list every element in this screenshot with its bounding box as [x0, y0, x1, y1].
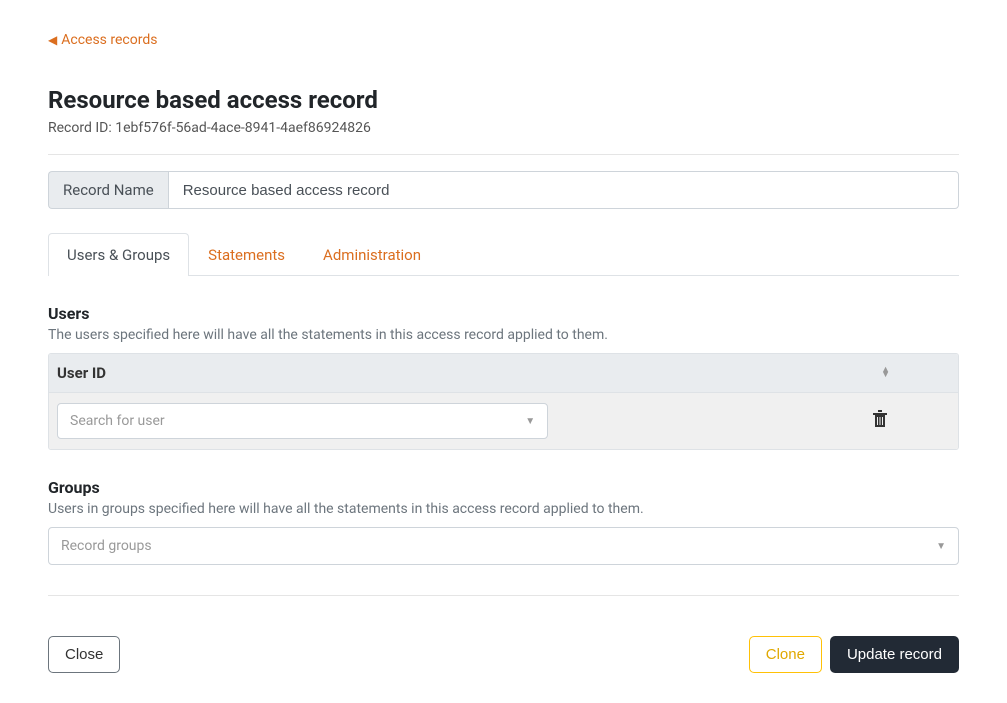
footer: Close Clone Update record — [48, 620, 959, 673]
tabs: Users & Groups Statements Administration — [48, 233, 959, 276]
close-button[interactable]: Close — [48, 636, 120, 673]
search-user-placeholder: Search for user — [70, 413, 525, 429]
groups-section-description: Users in groups specified here will have… — [48, 501, 959, 517]
caret-left-icon: ◀ — [48, 33, 57, 47]
record-name-label: Record Name — [48, 171, 168, 209]
clone-button[interactable]: Clone — [749, 636, 822, 673]
groups-section: Groups Users in groups specified here wi… — [48, 478, 959, 565]
users-section: Users The users specified here will have… — [48, 304, 959, 450]
users-table: User ID ▲▼ Search for user ▼ — [48, 353, 959, 450]
users-section-title: Users — [48, 304, 959, 323]
record-name-input-group: Record Name — [48, 171, 959, 209]
chevron-down-icon: ▼ — [525, 416, 535, 427]
tab-statements[interactable]: Statements — [189, 233, 304, 276]
page-title: Resource based access record — [48, 86, 959, 114]
table-row: Search for user ▼ — [49, 393, 958, 449]
search-user-select[interactable]: Search for user ▼ — [57, 403, 548, 439]
breadcrumb-link[interactable]: ◀ Access records — [48, 32, 157, 48]
users-table-header: User ID ▲▼ — [49, 354, 958, 393]
record-name-input[interactable] — [168, 171, 959, 209]
chevron-down-icon: ▼ — [936, 541, 946, 552]
divider — [48, 154, 959, 155]
users-section-description: The users specified here will have all t… — [48, 327, 959, 343]
record-id-label: Record ID: 1ebf576f-56ad-4ace-8941-4aef8… — [48, 120, 959, 136]
sort-icon[interactable]: ▲▼ — [881, 368, 890, 378]
record-groups-select[interactable]: Record groups ▼ — [48, 527, 959, 565]
divider — [48, 595, 959, 596]
tab-administration[interactable]: Administration — [304, 233, 440, 276]
breadcrumb-label: Access records — [61, 32, 157, 48]
update-record-button[interactable]: Update record — [830, 636, 959, 673]
record-groups-placeholder: Record groups — [61, 538, 936, 554]
tab-users-groups[interactable]: Users & Groups — [48, 233, 189, 276]
trash-icon[interactable] — [872, 414, 888, 432]
groups-section-title: Groups — [48, 478, 959, 497]
user-id-column-header[interactable]: User ID — [57, 364, 106, 382]
